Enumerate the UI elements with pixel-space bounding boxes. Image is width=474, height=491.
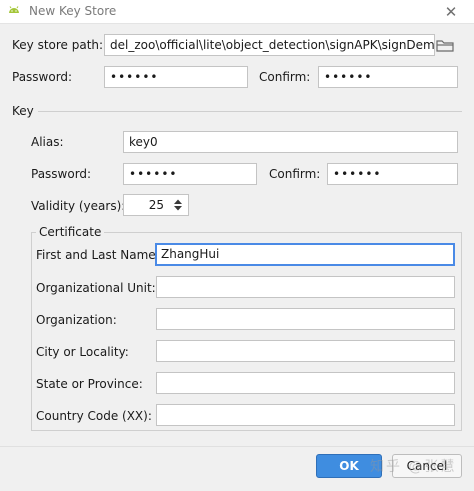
keystore-password-label: Password: <box>12 70 73 84</box>
cert-label-country: Country Code (XX): <box>36 409 152 423</box>
alias-label: Alias: <box>31 135 64 149</box>
cert-label-name: First and Last Name: <box>36 248 160 262</box>
keystore-confirm-label: Confirm: <box>259 70 311 84</box>
key-confirm-label: Confirm: <box>269 167 321 181</box>
alias-input[interactable]: key0 <box>123 131 458 153</box>
key-section-label: Key <box>12 104 34 118</box>
spinner-arrows-icon[interactable] <box>171 197 185 213</box>
keystore-password-field[interactable]: •••••• <box>104 66 248 88</box>
key-password-label: Password: <box>31 167 92 181</box>
keystore-path-input[interactable]: del_zoo\official\lite\object_detection\s… <box>104 34 435 56</box>
first-last-name-input[interactable]: ZhangHui <box>155 243 455 266</box>
validity-label: Validity (years): <box>31 199 126 213</box>
organizational-unit-input[interactable] <box>156 276 455 298</box>
android-icon <box>9 6 19 13</box>
certificate-section-label: Certificate <box>36 224 105 240</box>
key-confirm-field[interactable]: •••••• <box>327 163 458 185</box>
cert-label-organization: Organization: <box>36 313 117 327</box>
cert-label-city: City or Locality: <box>36 345 129 359</box>
country-code-input[interactable] <box>156 404 455 426</box>
close-icon[interactable]: ✕ <box>440 1 462 23</box>
key-section-divider <box>38 111 462 112</box>
keystore-path-label: Key store path: <box>12 38 104 52</box>
watermark-text: 知乎 @张慧 <box>370 459 457 475</box>
organization-input[interactable] <box>156 308 455 330</box>
folder-icon[interactable] <box>433 35 457 55</box>
window-title: New Key Store <box>29 4 117 18</box>
cert-label-org-unit: Organizational Unit: <box>36 281 156 295</box>
keystore-confirm-field[interactable]: •••••• <box>318 66 458 88</box>
key-password-field[interactable]: •••••• <box>123 163 257 185</box>
title-bar: New Key Store ✕ <box>0 0 474 24</box>
cert-label-state: State or Province: <box>36 377 143 391</box>
city-input[interactable] <box>156 340 455 362</box>
validity-spinner[interactable]: 25 <box>123 194 189 216</box>
validity-value[interactable]: 25 <box>149 197 164 213</box>
state-input[interactable] <box>156 372 455 394</box>
